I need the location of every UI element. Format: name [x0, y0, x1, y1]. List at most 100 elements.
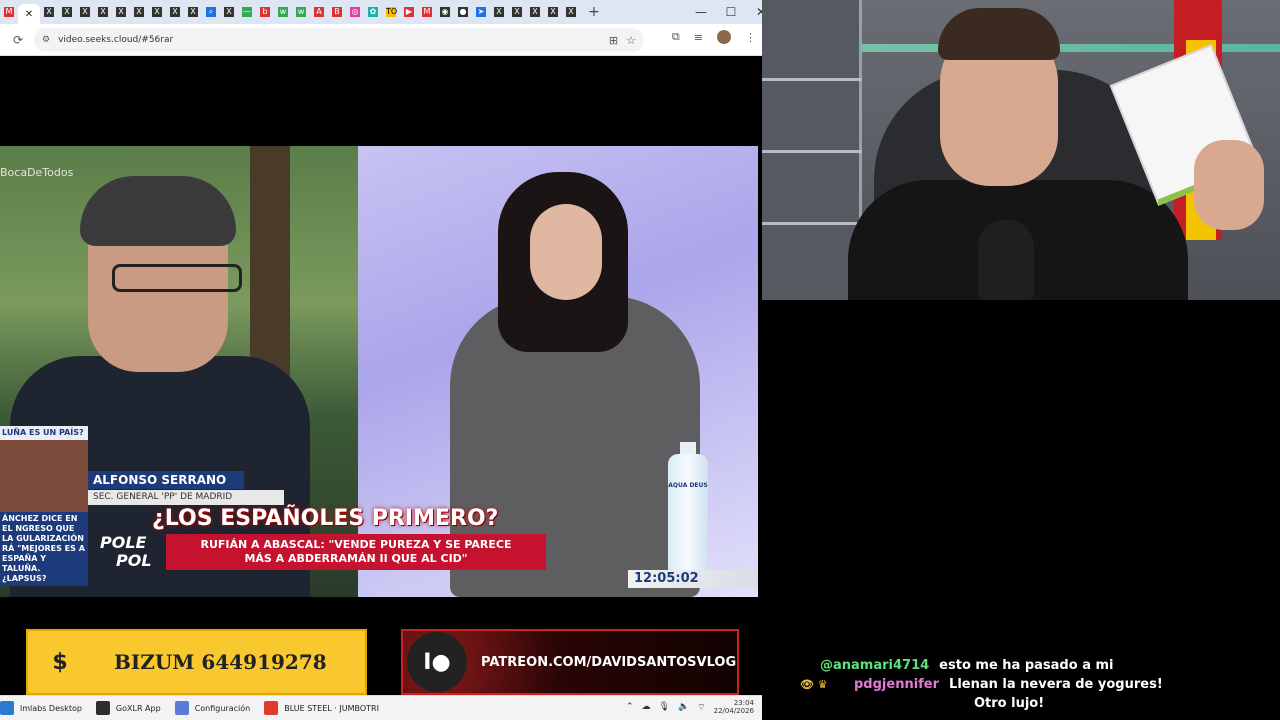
menu-icon[interactable]: ⋮ [745, 31, 756, 44]
chat-username: @anamari4714 [820, 658, 930, 673]
browser-tab[interactable]: TO [382, 2, 400, 22]
browser-tab[interactable]: b [256, 2, 274, 22]
app-icon: B [332, 7, 342, 17]
taskbar-app[interactable]: Configuración [174, 701, 251, 715]
x-icon: X [44, 7, 54, 17]
browser-tab[interactable]: B [328, 2, 346, 22]
patreon-icon: I● [407, 632, 467, 692]
subheadline-line2: MÁS A ABDERRAMÁN II QUE AL CID" [244, 552, 468, 565]
taskbar-app-label: Configuración [194, 703, 251, 713]
extensions-icon[interactable]: ⧉ [672, 30, 680, 44]
browser-tab[interactable]: w [274, 2, 292, 22]
browser-tab[interactable]: X [148, 2, 166, 22]
browser-tab[interactable]: A [310, 2, 328, 22]
profile-avatar[interactable] [717, 30, 731, 44]
system-clock[interactable]: 23:04 22/04/2026 [714, 699, 754, 715]
network-icon[interactable]: ☁ [642, 702, 651, 712]
browser-tab[interactable]: X [40, 2, 58, 22]
translate-icon[interactable]: ⊞ [609, 34, 618, 47]
address-bar[interactable]: ⚙ video.seeks.cloud/#56rar ⊞ ☆ [34, 28, 644, 52]
browser-tab[interactable]: X [562, 2, 580, 22]
tab-strip: M ✕ X X X X X X X X X ⌕ X — b w w A B ◎ ✿ TO ▶ M ◉ ● ➤ X X X X X + [0, 0, 762, 24]
program-logo: POLE POL [100, 534, 152, 570]
browser-tab[interactable]: X [184, 2, 202, 22]
browser-tab[interactable]: ◎ [346, 2, 364, 22]
chevron-up-icon[interactable]: ⌃ [626, 702, 634, 712]
program-logo-line1: POLE [100, 533, 147, 552]
bookmark-icon: b [260, 7, 270, 17]
app-icon: ✿ [368, 7, 378, 17]
instagram-icon: ◎ [350, 7, 360, 17]
reload-icon[interactable]: ⟳ [8, 33, 28, 47]
webcam-feed [762, 0, 1280, 300]
browser-tab[interactable]: X [508, 2, 526, 22]
browser-tab[interactable]: w [292, 2, 310, 22]
bookmark-star-icon[interactable]: ☆ [626, 34, 636, 47]
volume-icon[interactable]: 🔈 [678, 702, 689, 712]
site-info-icon[interactable]: ⚙ [42, 35, 50, 45]
url-text[interactable]: video.seeks.cloud/#56rar [58, 35, 173, 45]
browser-tab[interactable]: — [238, 2, 256, 22]
microphone [978, 220, 1034, 300]
app-icon [95, 701, 110, 715]
chat-text: esto me ha pasado a mi [939, 658, 1114, 673]
bizum-text: BIZUM 644919278 [114, 650, 327, 674]
browser-tab[interactable]: X [94, 2, 112, 22]
telegram-icon: ➤ [476, 7, 486, 17]
clock-time: 23:04 [733, 699, 754, 707]
browser-tab[interactable]: ● [454, 2, 472, 22]
bottle-label: AQUA DEUS [668, 482, 708, 489]
dash-icon: — [242, 7, 252, 17]
microphone-icon[interactable]: 🎙 [659, 702, 670, 712]
x-icon: X [548, 7, 558, 17]
news-headline: ¿LOS ESPAÑOLES PRIMERO? [152, 506, 499, 531]
app-icon: TO [386, 7, 398, 17]
browser-tab[interactable]: ✿ [364, 2, 382, 22]
browser-tab[interactable]: ➤ [472, 2, 490, 22]
chat-overlay: @anamari4714 esto me ha pasado a mi 👁 ♛ pdg… [800, 656, 1270, 713]
browser-tab[interactable]: M [418, 2, 436, 22]
display-cabinet [762, 0, 862, 300]
app-icon [174, 701, 189, 715]
browser-tab[interactable]: X [544, 2, 562, 22]
taskbar-app[interactable]: lmlabs Desktop [0, 701, 82, 715]
github-icon: ● [458, 7, 468, 17]
youtube-icon: ▶ [404, 7, 414, 17]
maximize-button[interactable]: ☐ [716, 5, 746, 19]
browser-tab[interactable]: X [58, 2, 76, 22]
video-player[interactable]: AQUA DEUS BocaDeTodos LUÑA ES UN PAÍS? Á… [0, 146, 758, 597]
taskbar-app[interactable]: GoXLR App [95, 701, 161, 715]
browser-tab[interactable]: X [220, 2, 238, 22]
screen: M ✕ X X X X X X X X X ⌕ X — b w w A B ◎ ✿ TO ▶ M ◉ ● ➤ X X X X X + — ☐ ✕… [0, 0, 1280, 720]
taskbar-app-label: lmlabs Desktop [20, 703, 82, 713]
program-logo-line2: POL [116, 551, 152, 570]
minimize-button[interactable]: — [686, 5, 716, 19]
x-icon: X [80, 7, 90, 17]
chat-message: 👁 ♛ pdgjennifer Llenan la nevera de yogure… [800, 675, 1270, 694]
x-icon: X [224, 7, 234, 17]
browser-tab[interactable]: X [526, 2, 544, 22]
browser-tab[interactable]: M [0, 2, 18, 22]
browser-tab[interactable]: X [76, 2, 94, 22]
x-icon: X [62, 7, 72, 17]
browser-tab[interactable]: ▶ [400, 2, 418, 22]
new-tab-button[interactable]: + [586, 4, 602, 20]
browser-tab[interactable]: X [166, 2, 184, 22]
browser-tab[interactable]: ✕ [18, 4, 40, 24]
taskbar-app[interactable]: BLUE STEEL · JUMBOTRI [264, 701, 379, 715]
browser-tab[interactable]: X [130, 2, 148, 22]
side-caption: ÁNCHEZ DICE EN EL NGRESO QUE LA GULARIZA… [2, 514, 85, 583]
browser-tab[interactable]: ◉ [436, 2, 454, 22]
media-control-icon[interactable]: ≡ [694, 31, 703, 44]
gmail-icon: M [4, 7, 14, 17]
browser-tab[interactable]: X [490, 2, 508, 22]
streamer-hair [938, 8, 1060, 60]
guest-role: SEC. GENERAL 'PP' DE MADRID [88, 490, 284, 505]
browser-tab[interactable]: X [112, 2, 130, 22]
dollar-icon: $ [52, 649, 68, 675]
browser-window: M ✕ X X X X X X X X X ⌕ X — b w w A B ◎ ✿ TO ▶ M ◉ ● ➤ X X X X X + — ☐ ✕… [0, 0, 766, 695]
x-icon: X [494, 7, 504, 17]
chat-message: @anamari4714 esto me ha pasado a mi [800, 656, 1270, 675]
browser-tab[interactable]: ⌕ [202, 2, 220, 22]
wifi-icon[interactable]: ⌔ [697, 702, 705, 713]
